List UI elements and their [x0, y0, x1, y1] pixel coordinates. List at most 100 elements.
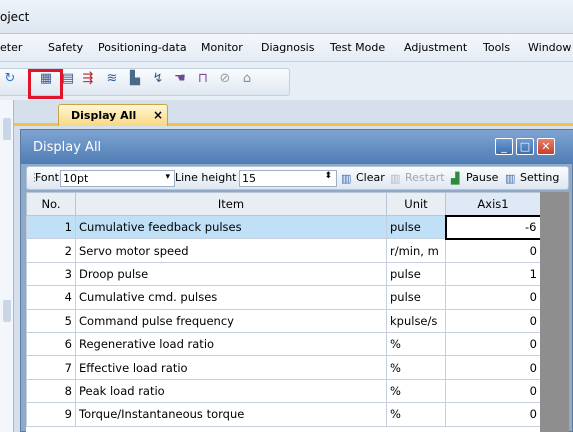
- row-item: Peak load ratio: [75, 378, 387, 404]
- hand-icon[interactable]: ☚: [172, 71, 188, 87]
- font-value: 10pt: [63, 172, 89, 185]
- minimize-button[interactable]: _: [495, 138, 513, 155]
- menu-test-mode[interactable]: Test Mode: [330, 41, 385, 54]
- row-no: 6: [26, 331, 76, 357]
- tuning-icon[interactable]: ⊘: [217, 71, 233, 87]
- menu-monitor[interactable]: Monitor: [201, 41, 243, 54]
- app-title: oject: [0, 10, 30, 24]
- row-unit: pulse: [386, 261, 446, 287]
- row-item: Command pulse frequency: [75, 308, 387, 333]
- row-no: 5: [26, 308, 76, 333]
- display-all-title-bar: Display All _ □ ✕: [21, 130, 573, 164]
- row-axis1-value[interactable]: 0: [445, 355, 541, 380]
- pause-icon: ▟: [451, 172, 460, 185]
- menu-bar: eter Safety Positioning-data Monitor Dia…: [0, 34, 573, 62]
- row-unit: kpulse/s: [386, 308, 446, 333]
- row-axis1-value[interactable]: 0: [445, 285, 541, 310]
- display-all-window: Display All _ □ ✕ ⋮ Font 10pt ▾ Line hei…: [20, 129, 573, 432]
- tab-label: Display All: [71, 109, 137, 122]
- setting-icon: ▥: [505, 172, 516, 185]
- test-operation-icon[interactable]: ↯: [150, 71, 166, 87]
- menu-diagnosis[interactable]: Diagnosis: [261, 41, 314, 54]
- menu-adjustment[interactable]: Adjustment: [404, 41, 467, 54]
- app-title-bar: oject: [0, 0, 573, 34]
- row-item: Cumulative cmd. pulses: [75, 285, 387, 310]
- spinner-icon[interactable]: ⬍: [324, 171, 332, 181]
- row-no: 7: [26, 355, 76, 380]
- row-axis1-value[interactable]: 0: [445, 402, 541, 427]
- tab-display-all[interactable]: Display All ×: [58, 104, 168, 126]
- row-axis1-value[interactable]: 0: [445, 331, 541, 357]
- clear-button[interactable]: Clear: [356, 171, 385, 184]
- row-item: Cumulative feedback pulses: [75, 214, 387, 240]
- row-no: 3: [26, 261, 76, 287]
- setting-icon[interactable]: ⌂: [239, 71, 255, 87]
- header-no: No.: [26, 192, 76, 216]
- alarm-display-icon[interactable]: ▙: [127, 71, 143, 87]
- row-axis1-value[interactable]: 0: [445, 308, 541, 333]
- row-unit: pulse: [386, 285, 446, 310]
- font-label: Font: [35, 171, 59, 184]
- row-no: 4: [26, 285, 76, 310]
- menu-parameter[interactable]: eter: [0, 41, 22, 54]
- font-select[interactable]: 10pt ▾: [60, 170, 175, 187]
- refresh-icon[interactable]: ↻: [2, 71, 18, 87]
- row-item: Droop pulse: [75, 261, 387, 287]
- table-row[interactable]: 9 Torque/Instantaneous torque % 0: [26, 402, 541, 427]
- row-unit: r/min, m: [386, 238, 446, 263]
- row-unit: %: [386, 402, 446, 427]
- line-height-input[interactable]: 15 ⬍: [239, 170, 337, 187]
- left-pane: [0, 100, 14, 432]
- io-monitor-icon[interactable]: ⇶: [80, 71, 96, 87]
- pane-handle[interactable]: [3, 300, 11, 322]
- table-header-row: No. Item Unit Axis1: [26, 192, 541, 216]
- menu-window[interactable]: Window: [528, 41, 571, 54]
- graph-icon[interactable]: ≋: [104, 71, 120, 87]
- row-unit: pulse: [386, 214, 446, 240]
- pause-button[interactable]: Pause: [466, 171, 498, 184]
- row-no: 2: [26, 238, 76, 263]
- table-row[interactable]: 4 Cumulative cmd. pulses pulse 0: [26, 285, 541, 310]
- row-item: Regenerative load ratio: [75, 331, 387, 357]
- row-item: Effective load ratio: [75, 355, 387, 380]
- pane-handle[interactable]: [3, 118, 11, 140]
- main-toolbar: ↻ ▦ ▤ ⇶ ≋ ▙ ↯ ☚ ⊓ ⊘ ⌂: [0, 62, 573, 100]
- table-row[interactable]: 6 Regenerative load ratio % 0: [26, 331, 541, 357]
- row-axis1-value[interactable]: 0: [445, 238, 541, 263]
- row-item: Torque/Instantaneous torque: [75, 402, 387, 427]
- restart-button[interactable]: Restart: [405, 171, 445, 184]
- table-row[interactable]: 1 Cumulative feedback pulses pulse -6: [26, 214, 542, 240]
- row-axis1-value[interactable]: -6: [444, 214, 542, 240]
- machine-analyzer-icon[interactable]: ⊓: [195, 71, 211, 87]
- clear-icon: ▥: [341, 172, 352, 185]
- row-unit: %: [386, 355, 446, 380]
- menu-safety[interactable]: Safety: [48, 41, 83, 54]
- close-button[interactable]: ✕: [537, 138, 555, 155]
- restart-icon: ▥: [390, 172, 401, 185]
- row-no: 1: [26, 214, 76, 240]
- monitor-table: No. Item Unit Axis1 1 Cumulative feedbac…: [26, 192, 542, 427]
- window-title: Display All: [33, 140, 102, 155]
- table-row[interactable]: 2 Servo motor speed r/min, m 0: [26, 238, 541, 263]
- display-all-toolbar: ⋮ Font 10pt ▾ Line height 15 ⬍ ▥ Clear ▥…: [26, 166, 569, 190]
- menu-positioning-data[interactable]: Positioning-data: [98, 41, 187, 54]
- chevron-down-icon: ▾: [165, 172, 170, 182]
- header-item: Item: [75, 192, 387, 216]
- setting-button[interactable]: Setting: [520, 171, 559, 184]
- table-row[interactable]: 3 Droop pulse pulse 1: [26, 261, 541, 287]
- table-row[interactable]: 7 Effective load ratio % 0: [26, 355, 541, 380]
- row-axis1-value[interactable]: 1: [445, 261, 541, 287]
- monitor-grid: No. Item Unit Axis1 1 Cumulative feedbac…: [26, 192, 569, 432]
- table-row[interactable]: 8 Peak load ratio % 0: [26, 378, 541, 404]
- row-axis1-value[interactable]: 0: [445, 378, 541, 404]
- menu-tools[interactable]: Tools: [483, 41, 510, 54]
- header-axis1: Axis1: [445, 192, 541, 216]
- maximize-button[interactable]: □: [516, 138, 534, 155]
- highlight-frame: [28, 69, 63, 99]
- tab-close-icon[interactable]: ×: [153, 108, 163, 122]
- line-height-value: 15: [242, 172, 256, 185]
- row-no: 8: [26, 378, 76, 404]
- table-row[interactable]: 5 Command pulse frequency kpulse/s 0: [26, 308, 541, 333]
- row-no: 9: [26, 402, 76, 427]
- grid-empty-area: [540, 192, 569, 432]
